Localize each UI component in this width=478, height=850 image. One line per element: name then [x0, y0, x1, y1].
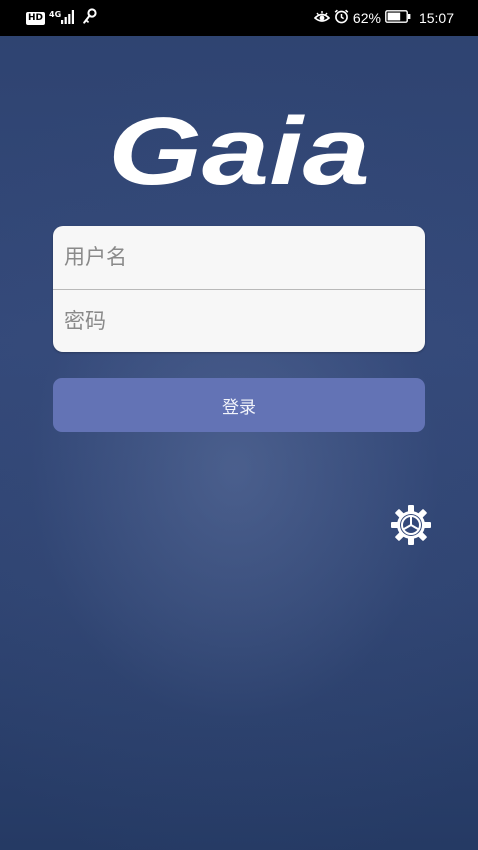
status-bar-left: HD 4G: [26, 8, 97, 28]
login-form: [53, 226, 425, 352]
gear-icon: [391, 505, 431, 545]
status-bar: HD 4G 62% 15:07: [0, 0, 478, 36]
gaia-logo: Gaia: [104, 92, 376, 205]
eye-icon: [313, 10, 331, 27]
battery-percent: 62%: [352, 10, 381, 26]
key-icon: [83, 8, 97, 28]
settings-button[interactable]: [390, 504, 432, 546]
status-bar-right: 62% 15:07: [313, 9, 454, 27]
password-input[interactable]: [53, 290, 425, 352]
username-input[interactable]: [53, 226, 425, 288]
alarm-clock-icon: [334, 9, 349, 27]
network-type-label: 4G: [49, 10, 62, 19]
login-button[interactable]: 登录: [53, 378, 425, 432]
signal-bars-icon: [61, 9, 75, 28]
battery-icon: [385, 10, 411, 26]
login-screen: HD 4G 62% 15:07 Gaia 用户名 登录: [0, 0, 478, 850]
hd-badge: HD: [26, 11, 46, 25]
clock: 15:07: [418, 10, 454, 26]
logo-text: Gaia: [108, 98, 370, 192]
